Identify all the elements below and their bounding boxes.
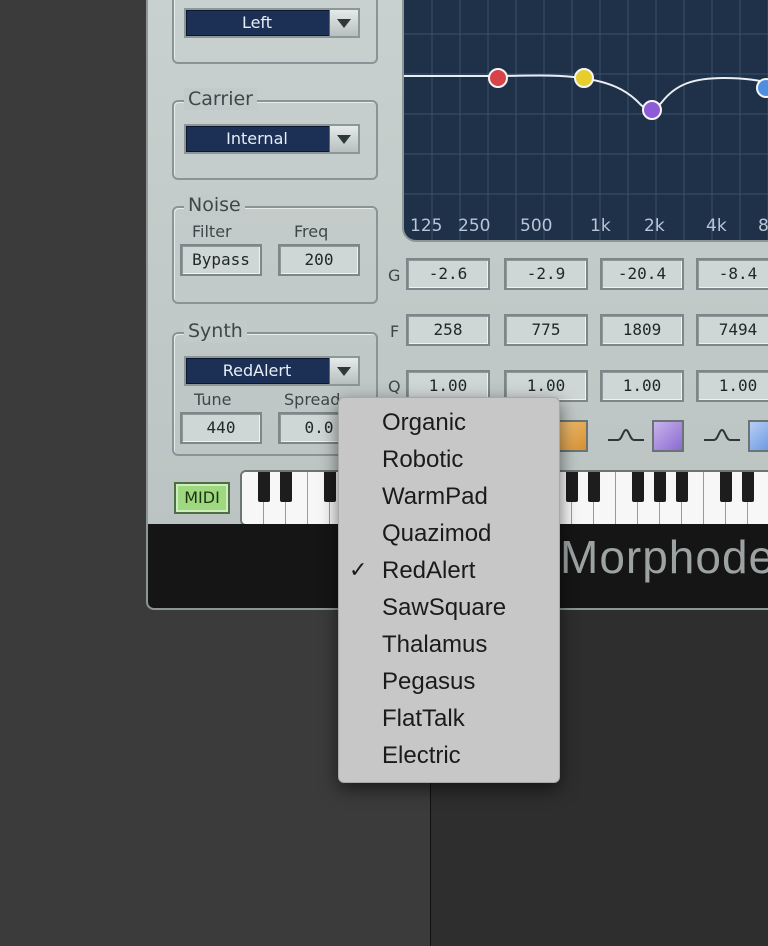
menu-item-label: Quazimod	[382, 520, 492, 547]
brand-logo-text: Morphode	[560, 531, 768, 583]
eq-band-4-color-swatch[interactable]	[748, 420, 768, 452]
bell-filter-icon[interactable]	[606, 424, 646, 446]
eq-curve-display[interactable]: 125 250 500 1k 2k 4k 8	[402, 0, 768, 242]
noise-filter-label: Filter	[192, 222, 232, 241]
eq-freq-tick: 500	[520, 216, 553, 236]
eq-band-2-node	[574, 68, 594, 88]
synth-spread-label: Spread	[284, 390, 341, 409]
eq-band-2-freq-field[interactable]: 775	[504, 314, 588, 346]
eq-freq-tick: 250	[458, 216, 491, 236]
piano-black-key[interactable]	[654, 472, 666, 502]
eq-band-4-node	[756, 78, 768, 98]
eq-freq-tick: 125	[410, 216, 443, 236]
chevron-down-icon[interactable]	[329, 358, 358, 384]
eq-band-4-gain-field[interactable]: -8.4	[696, 258, 768, 290]
synth-tune-field[interactable]: 440	[180, 412, 262, 444]
chevron-down-icon[interactable]	[329, 10, 358, 36]
menu-item-robotic[interactable]: Robotic	[339, 441, 559, 478]
menu-item-label: Electric	[382, 742, 461, 769]
piano-black-key[interactable]	[324, 472, 336, 502]
eq-band-3-color-swatch[interactable]	[652, 420, 684, 452]
eq-band-1-node	[488, 68, 508, 88]
eq-band-2-color-swatch[interactable]	[556, 420, 588, 452]
modulator-source-value: Left	[241, 13, 273, 32]
menu-item-quazimod[interactable]: Quazimod	[339, 515, 559, 552]
eq-band-3-q-field[interactable]: 1.00	[600, 370, 684, 402]
midi-button[interactable]: MIDI	[174, 482, 230, 514]
menu-item-warmpad[interactable]: WarmPad	[339, 478, 559, 515]
piano-black-key[interactable]	[676, 472, 688, 502]
menu-item-electric[interactable]: Electric	[339, 737, 559, 774]
eq-band-3-freq-field[interactable]: 1809	[600, 314, 684, 346]
piano-black-key[interactable]	[588, 472, 600, 502]
modulator-group: Left	[172, 0, 378, 64]
synth-tune-label: Tune	[194, 390, 232, 409]
noise-freq-label: Freq	[294, 222, 329, 241]
eq-freq-tick: 1k	[590, 216, 611, 236]
menu-item-label: Pegasus	[382, 668, 476, 695]
synth-preset-menu[interactable]: Organic Robotic WarmPad Quazimod ✓ RedAlert Sa…	[338, 397, 560, 783]
menu-item-pegasus[interactable]: Pegasus	[339, 663, 559, 700]
eq-band-1-gain-field[interactable]: -2.6	[406, 258, 490, 290]
synth-preset-value: RedAlert	[222, 361, 292, 380]
piano-black-key[interactable]	[742, 472, 754, 502]
checkmark-icon: ✓	[349, 558, 368, 583]
menu-item-label: Thalamus	[382, 631, 488, 658]
eq-band-3-gain-field[interactable]: -20.4	[600, 258, 684, 290]
noise-freq-field[interactable]: 200	[278, 244, 360, 276]
menu-item-label: SawSquare	[382, 594, 507, 621]
noise-group: Noise Filter Freq Bypass 200	[172, 194, 378, 304]
modulator-source-dropdown[interactable]: Left	[184, 8, 360, 38]
piano-black-key[interactable]	[720, 472, 732, 502]
carrier-source-dropdown[interactable]: Internal	[184, 124, 360, 154]
eq-band-2-gain-field[interactable]: -2.9	[504, 258, 588, 290]
menu-item-label: Organic	[382, 409, 467, 436]
menu-item-sawsquare[interactable]: SawSquare	[339, 589, 559, 626]
menu-item-label: WarmPad	[382, 483, 488, 510]
eq-q-row-label: Q	[388, 377, 401, 396]
carrier-group-title: Carrier	[184, 88, 257, 110]
piano-black-key[interactable]	[632, 472, 644, 502]
eq-curve-graph[interactable]	[404, 0, 768, 240]
eq-band-3-node	[642, 100, 662, 120]
piano-black-key[interactable]	[566, 472, 578, 502]
piano-black-key[interactable]	[280, 472, 292, 502]
eq-band-4-q-field[interactable]: 1.00	[696, 370, 768, 402]
menu-item-label: RedAlert	[382, 557, 476, 584]
carrier-group: Carrier Internal	[172, 88, 378, 180]
eq-freq-tick: 4k	[706, 216, 727, 236]
chevron-down-icon[interactable]	[329, 126, 358, 152]
menu-item-label: FlatTalk	[382, 705, 465, 732]
bell-filter-icon[interactable]	[702, 424, 742, 446]
menu-item-label: Robotic	[382, 446, 464, 473]
eq-freq-row-label: F	[390, 322, 400, 341]
eq-freq-tick: 8	[758, 216, 768, 236]
eq-gain-row-label: G	[388, 266, 401, 285]
noise-filter-field[interactable]: Bypass	[180, 244, 262, 276]
synth-group-title: Synth	[184, 320, 247, 342]
synth-preset-dropdown[interactable]: RedAlert	[184, 356, 360, 386]
piano-black-key[interactable]	[258, 472, 270, 502]
carrier-source-value: Internal	[226, 129, 288, 148]
menu-item-flattalk[interactable]: FlatTalk	[339, 700, 559, 737]
eq-band-1-freq-field[interactable]: 258	[406, 314, 490, 346]
noise-group-title: Noise	[184, 194, 245, 216]
menu-item-thalamus[interactable]: Thalamus	[339, 626, 559, 663]
eq-band-4-freq-field[interactable]: 7494	[696, 314, 768, 346]
eq-freq-tick: 2k	[644, 216, 665, 236]
menu-item-redalert[interactable]: ✓ RedAlert	[339, 552, 559, 589]
menu-item-organic[interactable]: Organic	[339, 404, 559, 441]
